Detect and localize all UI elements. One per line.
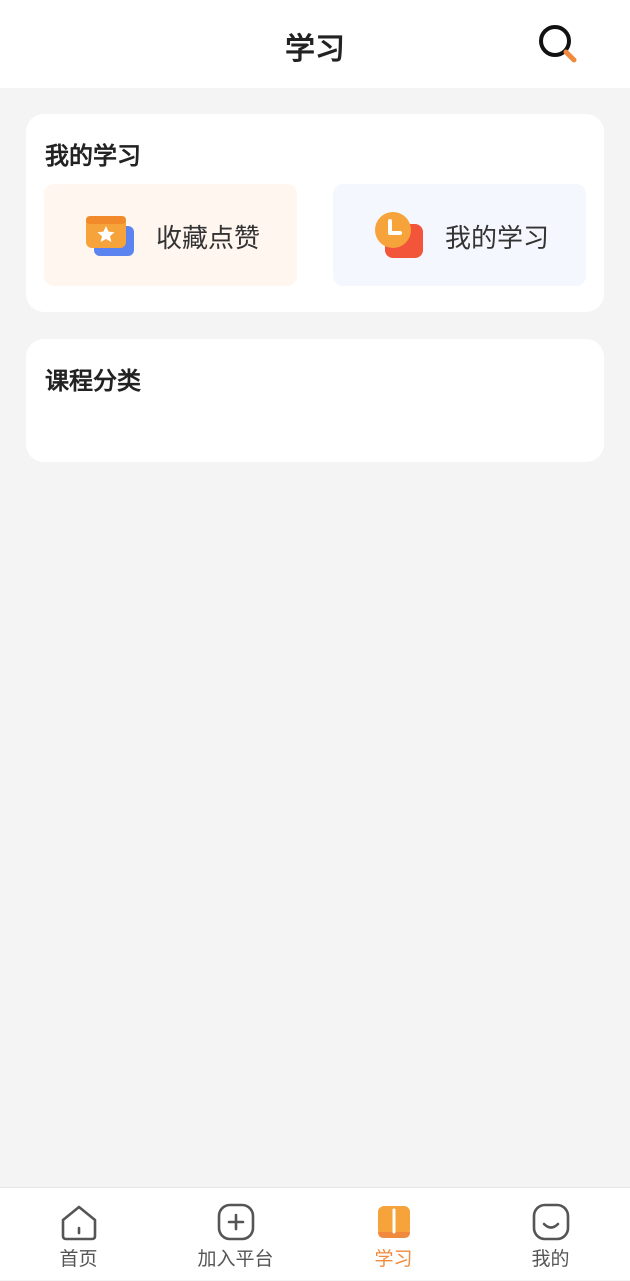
favorites-likes-tile[interactable]: 收藏点赞 — [44, 184, 297, 286]
tab-learning-label: 学习 — [374, 1248, 413, 1270]
my-learning-card: 我的学习 收藏点赞 我的学习 — [26, 114, 604, 312]
folder-star-icon — [84, 210, 136, 262]
bottom-tab-bar: 首页 加入平台 学习 我的 — [0, 1187, 630, 1280]
tab-home[interactable]: 首页 — [0, 1188, 157, 1281]
my-study-label: 我的学习 — [445, 224, 550, 254]
course-category-title: 课程分类 — [45, 367, 141, 395]
search-button[interactable] — [536, 22, 580, 66]
plus-square-icon — [217, 1203, 254, 1241]
tab-mine-label: 我的 — [531, 1248, 570, 1270]
clock-icon — [373, 210, 425, 262]
tab-mine[interactable]: 我的 — [472, 1188, 629, 1281]
search-icon — [539, 25, 577, 63]
tab-learning[interactable]: 学习 — [315, 1188, 472, 1281]
home-icon — [61, 1205, 96, 1241]
tab-home-label: 首页 — [59, 1248, 98, 1270]
tab-join-platform[interactable]: 加入平台 — [157, 1188, 314, 1281]
smile-icon — [532, 1203, 569, 1241]
tab-join-platform-label: 加入平台 — [197, 1248, 274, 1270]
my-study-tile[interactable]: 我的学习 — [333, 184, 586, 286]
favorites-likes-label: 收藏点赞 — [156, 224, 261, 254]
top-bar: 学习 — [0, 0, 630, 88]
my-learning-title: 我的学习 — [45, 142, 141, 170]
book-icon — [377, 1206, 410, 1238]
course-category-card: 课程分类 — [26, 339, 604, 462]
